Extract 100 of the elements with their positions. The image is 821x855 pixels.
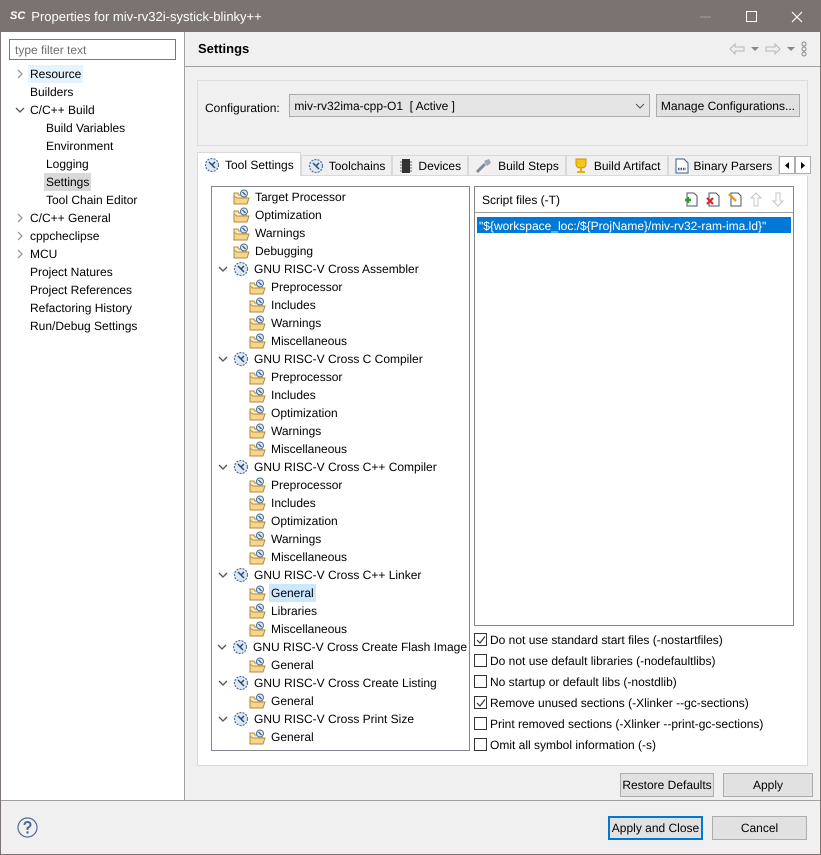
tree-item[interactable]: Preprocessor [269, 368, 344, 386]
dropdown-caret-icon[interactable] [751, 46, 759, 52]
configuration-dropdown[interactable]: miv-rv32ima-cpp-O1 [ Active ] [289, 94, 650, 117]
tree-item[interactable]: Optimization [253, 206, 324, 224]
chevron-icon[interactable] [218, 714, 228, 724]
tree-item[interactable]: Preprocessor [269, 476, 344, 494]
tree-item[interactable]: General [269, 728, 316, 746]
chevron-icon[interactable] [218, 462, 228, 472]
nav-item[interactable]: MCU [28, 245, 60, 263]
folder-icon [249, 477, 266, 493]
nav-item[interactable]: cppcheclipse [28, 227, 102, 245]
tree-item[interactable]: Includes [269, 386, 318, 404]
more-menu-icon[interactable] [801, 41, 807, 57]
tree-item[interactable]: Warnings [253, 224, 308, 242]
tree-item[interactable]: GNU RISC-V Cross C++ Compiler [252, 458, 439, 476]
nav-item[interactable]: Run/Debug Settings [28, 317, 140, 335]
cancel-button[interactable]: Cancel [712, 816, 807, 840]
tree-item[interactable]: GNU RISC-V Cross C++ Linker [252, 566, 424, 584]
option-checkbox[interactable]: Remove unused sections (-Xlinker --gc-sections) [474, 692, 794, 713]
folder-icon [249, 387, 266, 403]
tree-item[interactable]: Preprocessor [269, 278, 344, 296]
tree-item[interactable]: Miscellaneous [269, 440, 350, 458]
chip-icon [399, 158, 414, 174]
option-checkbox[interactable]: Do not use standard start files (-nostartfiles) [474, 629, 794, 650]
gear-icon [233, 261, 249, 277]
tab[interactable]: Devices [392, 155, 468, 176]
restore-defaults-button[interactable]: Restore Defaults [620, 773, 714, 797]
tab[interactable]: Toolchains [300, 155, 392, 176]
tree-item[interactable]: Includes [269, 494, 318, 512]
apply-button[interactable]: Apply [723, 773, 813, 797]
tree-item[interactable]: Warnings [269, 422, 324, 440]
scroll-left-icon[interactable] [779, 156, 796, 174]
tree-item[interactable]: Libraries [269, 602, 320, 620]
dropdown-caret-icon[interactable] [787, 46, 795, 52]
tree-item[interactable]: Warnings [269, 530, 324, 548]
tree-item[interactable]: General [269, 584, 316, 602]
tree-item[interactable]: GNU RISC-V Cross Create Listing [252, 674, 439, 692]
chevron-icon[interactable] [218, 354, 228, 364]
tree-item[interactable]: Miscellaneous [269, 332, 350, 350]
gear-icon [233, 459, 249, 475]
option-checkbox[interactable]: Do not use default libraries (-nodefaultlibs) [474, 650, 794, 671]
nav-item[interactable]: Environment [44, 137, 116, 155]
tab[interactable]: Binary Parsers [668, 155, 780, 176]
tree-item[interactable]: Miscellaneous [269, 620, 350, 638]
app-logo: SC [10, 9, 26, 24]
tree-item[interactable]: General [269, 692, 316, 710]
add-file-icon[interactable] [684, 192, 698, 207]
chevron-icon[interactable] [218, 678, 228, 688]
tree-item[interactable]: GNU RISC-V Cross C Compiler [252, 350, 425, 368]
apply-and-close-button[interactable]: Apply and Close [608, 816, 703, 840]
gear-icon [233, 567, 249, 583]
tree-item[interactable]: Optimization [269, 512, 340, 530]
tree-item[interactable]: Warnings [269, 314, 324, 332]
tree-item[interactable]: Miscellaneous [269, 548, 350, 566]
option-checkbox[interactable]: No startup or default libs (-nostdlib) [474, 671, 794, 692]
nav-item[interactable]: Build Variables [44, 119, 128, 137]
folder-icon [249, 585, 266, 601]
nav-item[interactable]: Project References [28, 281, 134, 299]
tree-item[interactable]: Debugging [253, 242, 316, 260]
folder-icon [249, 405, 266, 421]
binary-file-icon [674, 158, 689, 174]
tree-item[interactable]: Includes [269, 296, 318, 314]
nav-item[interactable]: Settings [44, 173, 92, 191]
tab[interactable]: Build Steps [468, 155, 566, 176]
option-checkbox[interactable]: Print removed sections (-Xlinker --print-gc-sections) [474, 713, 794, 734]
script-file-item[interactable]: "${workspace_loc:/${ProjName}/miv-rv32-ram-ima.ld}" [477, 217, 791, 233]
option-checkbox[interactable]: Omit all symbol information (-s) [474, 734, 794, 755]
nav-item[interactable]: Project Natures [28, 263, 115, 281]
gear-icon [204, 156, 220, 172]
hammer-icon [475, 158, 494, 174]
chevron-icon[interactable] [217, 642, 228, 652]
chevron-icon[interactable] [218, 264, 228, 274]
delete-file-icon[interactable] [706, 192, 720, 207]
manage-configurations-button[interactable]: Manage Configurations... [656, 94, 800, 117]
tree-item[interactable]: General [269, 656, 316, 674]
nav-item[interactable]: Tool Chain Editor [44, 191, 140, 209]
folder-icon [249, 531, 266, 547]
scroll-right-icon[interactable] [795, 156, 812, 174]
filter-field[interactable]: type filter text [9, 39, 176, 60]
nav-item[interactable]: Resource [28, 65, 84, 83]
nav-item[interactable]: C/C++ General [28, 209, 113, 227]
nav-item[interactable]: C/C++ Build [28, 101, 97, 119]
tree-item[interactable]: GNU RISC-V Cross Print Size [252, 710, 416, 728]
folder-icon [249, 729, 266, 745]
folder-icon [249, 315, 266, 331]
tree-item[interactable]: GNU RISC-V Cross Assembler [252, 260, 421, 278]
chevron-icon[interactable] [15, 105, 25, 115]
edit-file-icon[interactable] [728, 192, 742, 207]
nav-item[interactable]: Refactoring History [28, 299, 134, 317]
tab[interactable]: Build Artifact [566, 155, 668, 176]
help-icon[interactable] [17, 817, 38, 838]
tree-item[interactable]: GNU RISC-V Cross Create Flash Image [250, 638, 469, 656]
nav-item[interactable]: Logging [44, 155, 91, 173]
chevron-icon[interactable] [218, 570, 228, 580]
gear-icon [233, 711, 249, 727]
tree-item[interactable]: Optimization [269, 404, 340, 422]
tree-item[interactable]: Target Processor [253, 188, 348, 206]
tab[interactable]: Tool Settings [197, 152, 301, 176]
nav-item[interactable]: Builders [28, 83, 76, 101]
folder-icon [249, 657, 266, 673]
